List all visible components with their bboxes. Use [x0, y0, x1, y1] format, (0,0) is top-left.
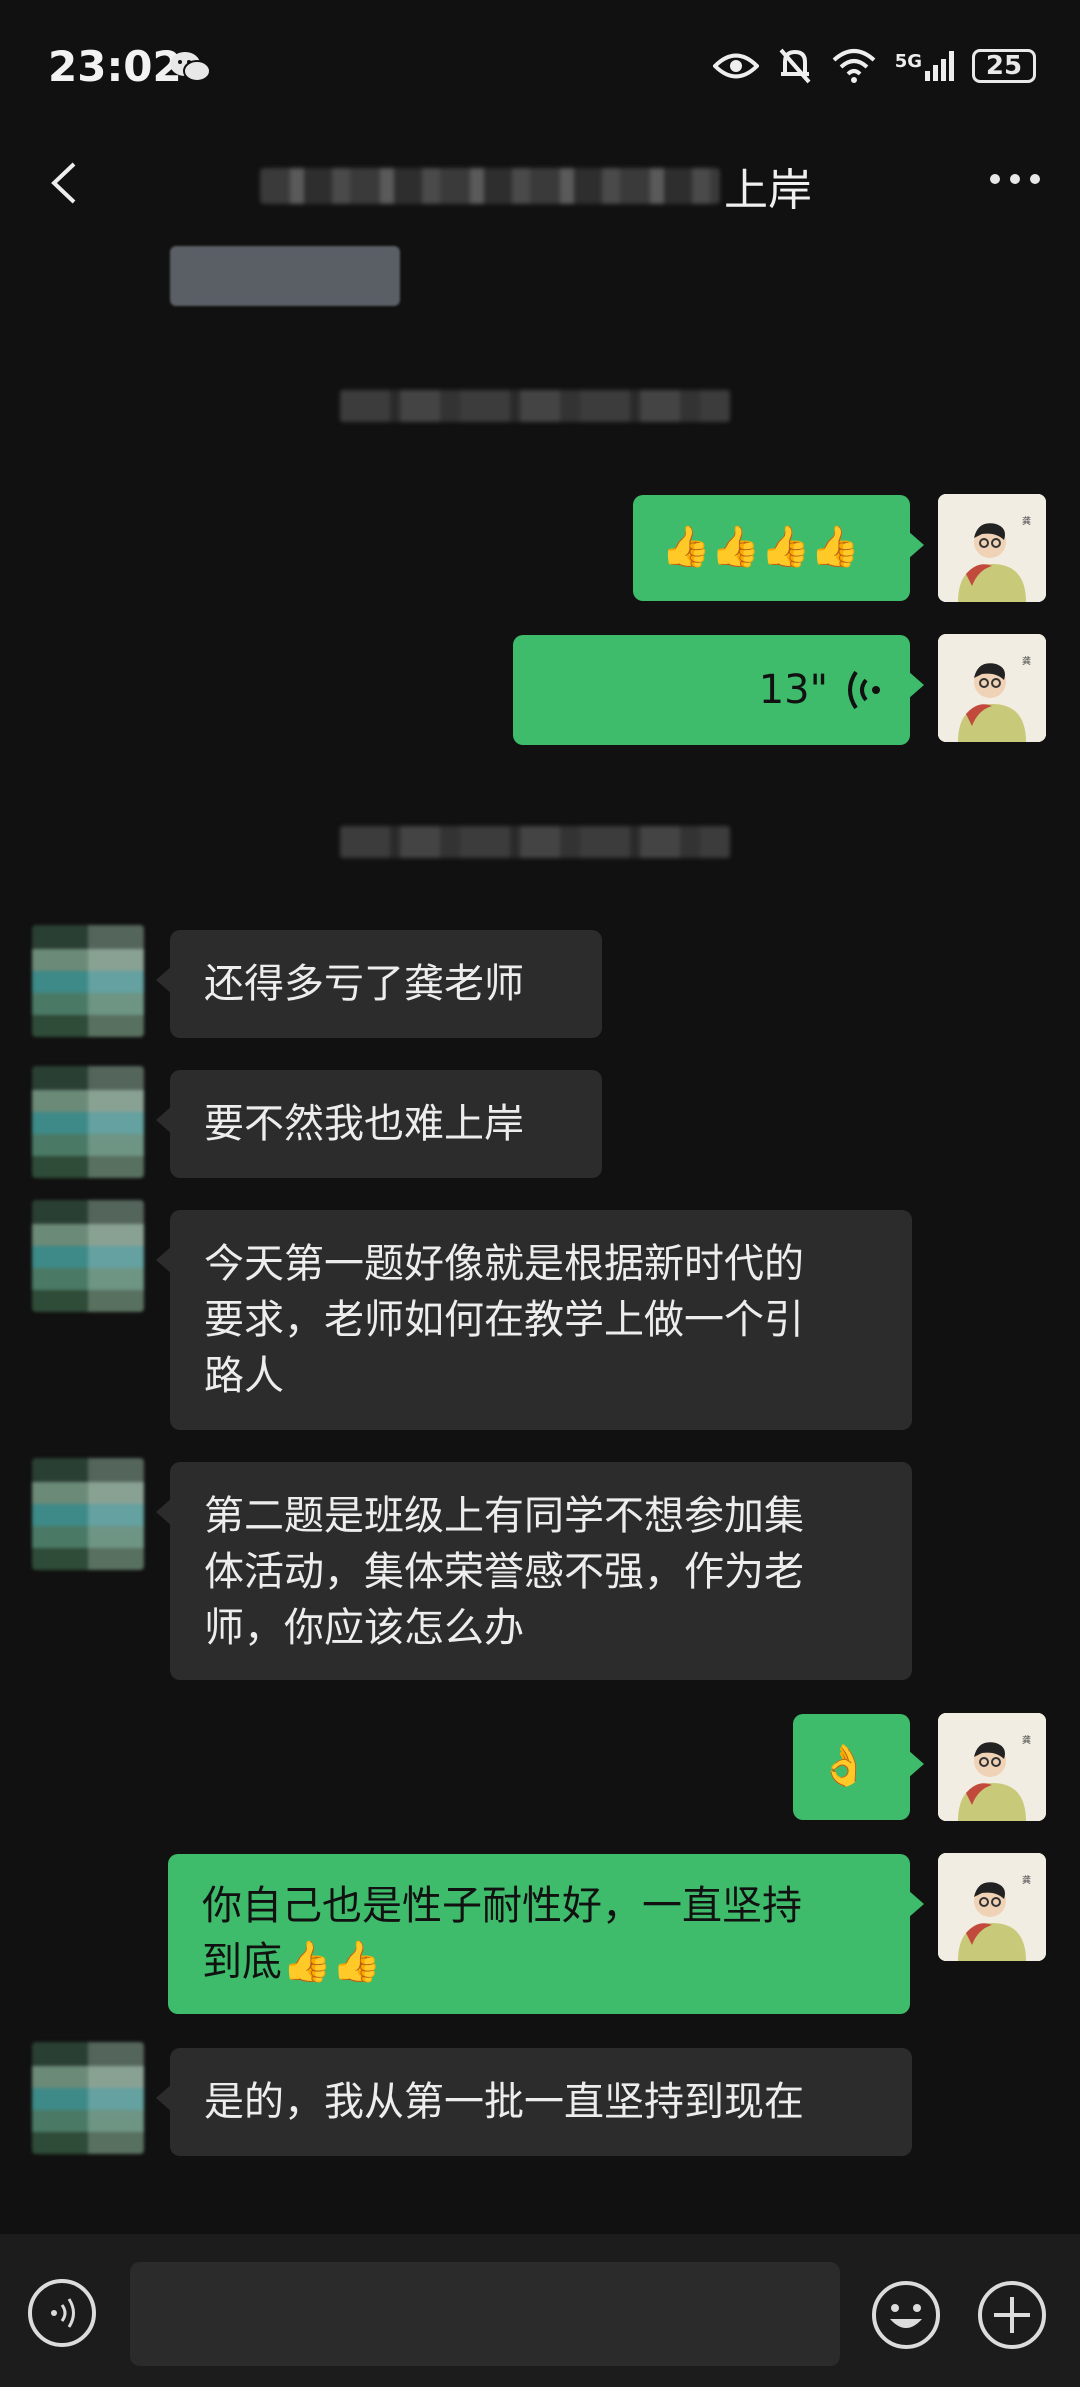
message-bubble-other[interactable]: 第二题是班级上有同学不想参加集 体活动，集体荣誉感不强，作为老 师，你应该怎么办: [156, 1462, 912, 1680]
message-bubble-other[interactable]: 今天第一题好像就是根据新时代的 要求，老师如何在教学上做一个引 路人: [156, 1210, 912, 1430]
svg-text:龚: 龚: [1022, 1874, 1031, 1886]
wechat-notification-icon: [170, 52, 211, 82]
avatar[interactable]: 龚: [938, 1713, 1046, 1821]
message-bubble-me[interactable]: 👌: [793, 1714, 924, 1820]
chat-title: 上岸: [260, 156, 820, 216]
message-input[interactable]: [130, 2262, 840, 2366]
avatar-illustration: 龚: [938, 494, 1046, 602]
battery-icon: 25: [972, 49, 1036, 83]
svg-text:龚: 龚: [1022, 515, 1031, 527]
status-bar: 23:02 5G 25: [0, 0, 1080, 130]
message-bubble-other[interactable]: 是的，我从第一批一直坚持到现在: [156, 2048, 912, 2156]
more-functions-button[interactable]: [976, 2279, 1048, 2351]
message-bubble-other[interactable]: 还得多亏了龚老师: [156, 930, 602, 1038]
avatar-blurred[interactable]: [32, 925, 144, 1037]
input-bar: [0, 2234, 1080, 2387]
message-bubble-me[interactable]: 你自己也是性子耐性好，一直坚持 到底👍👍: [168, 1854, 924, 2014]
avatar[interactable]: 龚: [938, 1853, 1046, 1961]
avatar-blurred[interactable]: [32, 1200, 144, 1312]
blurred-title: [260, 168, 720, 204]
blurred-image-message[interactable]: [170, 246, 400, 306]
avatar-blurred[interactable]: [32, 2042, 144, 2154]
voice-message-bubble[interactable]: 13": [513, 635, 924, 745]
chat-header: 上岸: [0, 130, 1080, 240]
wifi-icon: [832, 49, 876, 83]
avatar-blurred[interactable]: [32, 1458, 144, 1570]
signal-icon: 5G: [895, 51, 954, 81]
svg-text:龚: 龚: [1022, 655, 1031, 667]
avatar[interactable]: 龚: [938, 494, 1046, 602]
clock: 23:02: [48, 42, 182, 91]
mute-bell-icon: [779, 48, 811, 84]
voice-icon: [51, 2298, 75, 2328]
back-arrow-icon[interactable]: [40, 158, 90, 208]
status-icons: 5G 25: [712, 46, 1036, 86]
more-options-icon[interactable]: [990, 174, 1040, 184]
svg-text:龚: 龚: [1022, 1734, 1031, 1746]
timestamp-blurred: [340, 826, 730, 858]
timestamp-blurred: [340, 390, 730, 422]
voice-input-button[interactable]: [28, 2279, 96, 2347]
avatar-blurred[interactable]: [32, 1066, 144, 1178]
avatar-illustration: 龚: [938, 1853, 1046, 1961]
eye-icon: [712, 53, 759, 79]
emoji-button[interactable]: [870, 2279, 942, 2351]
message-bubble-me[interactable]: 👍👍👍👍: [633, 495, 924, 601]
avatar-illustration: 龚: [938, 1713, 1046, 1821]
voice-wave-icon: [848, 670, 880, 710]
avatar-illustration: 龚: [938, 634, 1046, 742]
message-bubble-other[interactable]: 要不然我也难上岸: [156, 1070, 602, 1178]
avatar[interactable]: 龚: [938, 634, 1046, 742]
